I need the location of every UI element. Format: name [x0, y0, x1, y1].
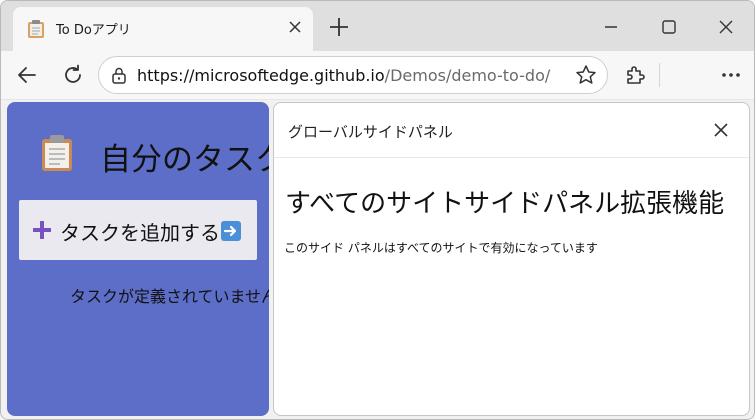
- window-close-icon[interactable]: [716, 17, 736, 37]
- side-panel-header: グローバルサイドパネル: [274, 103, 749, 158]
- add-task-label: タスクを追加する: [60, 221, 220, 245]
- clipboard-icon: [42, 135, 72, 171]
- plus-icon: [33, 221, 51, 239]
- add-task-button[interactable]: タスクを追加する: [19, 200, 257, 260]
- url-text[interactable]: https://microsoftedge.github.io/Demos/de…: [137, 66, 550, 85]
- url-path: /Demos/demo-to-do/: [384, 66, 551, 85]
- refresh-icon[interactable]: [61, 63, 85, 87]
- new-tab-icon[interactable]: [327, 15, 351, 39]
- url-host: https://microsoftedge.github.io: [137, 66, 385, 85]
- lock-icon[interactable]: [110, 66, 128, 84]
- address-bar[interactable]: https://microsoftedge.github.io/Demos/de…: [98, 56, 608, 94]
- clipboard-icon: [28, 20, 44, 38]
- side-panel: グローバルサイドパネル すべてのサイトサイドパネル拡張機能 このサイド パネルは…: [273, 102, 750, 416]
- extensions-puzzle-icon[interactable]: [623, 63, 647, 87]
- tab-strip: To Doアプリ: [1, 1, 754, 51]
- empty-tasks-message: タスクが定義されていません: [70, 287, 269, 306]
- maximize-icon[interactable]: [659, 17, 679, 37]
- side-panel-title: グローバルサイドパネル: [288, 123, 453, 141]
- toolbar-divider: [659, 63, 660, 87]
- tab-todo-app[interactable]: To Doアプリ: [13, 7, 313, 51]
- tab-title: To Doアプリ: [56, 23, 131, 38]
- favorite-star-icon[interactable]: [575, 64, 597, 86]
- close-tab-icon[interactable]: [285, 17, 305, 37]
- side-panel-heading: すべてのサイトサイドパネル拡張機能: [285, 189, 725, 219]
- browser-toolbar: https://microsoftedge.github.io/Demos/de…: [1, 51, 754, 100]
- browser-window: To Doアプリ https://microsoftedge.github.io…: [0, 0, 755, 420]
- more-options-icon[interactable]: [719, 63, 743, 87]
- side-panel-body: このサイド パネルはすべてのサイトで有効になっています: [284, 241, 598, 255]
- todo-app: 自分のタスク タスクを追加する タスクが定義されていません: [7, 102, 269, 416]
- right-arrow-icon: [221, 221, 241, 241]
- page-title: 自分のタスク: [100, 142, 269, 178]
- page-content: 自分のタスク タスクを追加する タスクが定義されていません グローバルサイドパネ…: [1, 100, 754, 419]
- back-arrow-icon[interactable]: [15, 63, 39, 87]
- close-icon[interactable]: [710, 119, 732, 141]
- minimize-icon[interactable]: [601, 17, 621, 37]
